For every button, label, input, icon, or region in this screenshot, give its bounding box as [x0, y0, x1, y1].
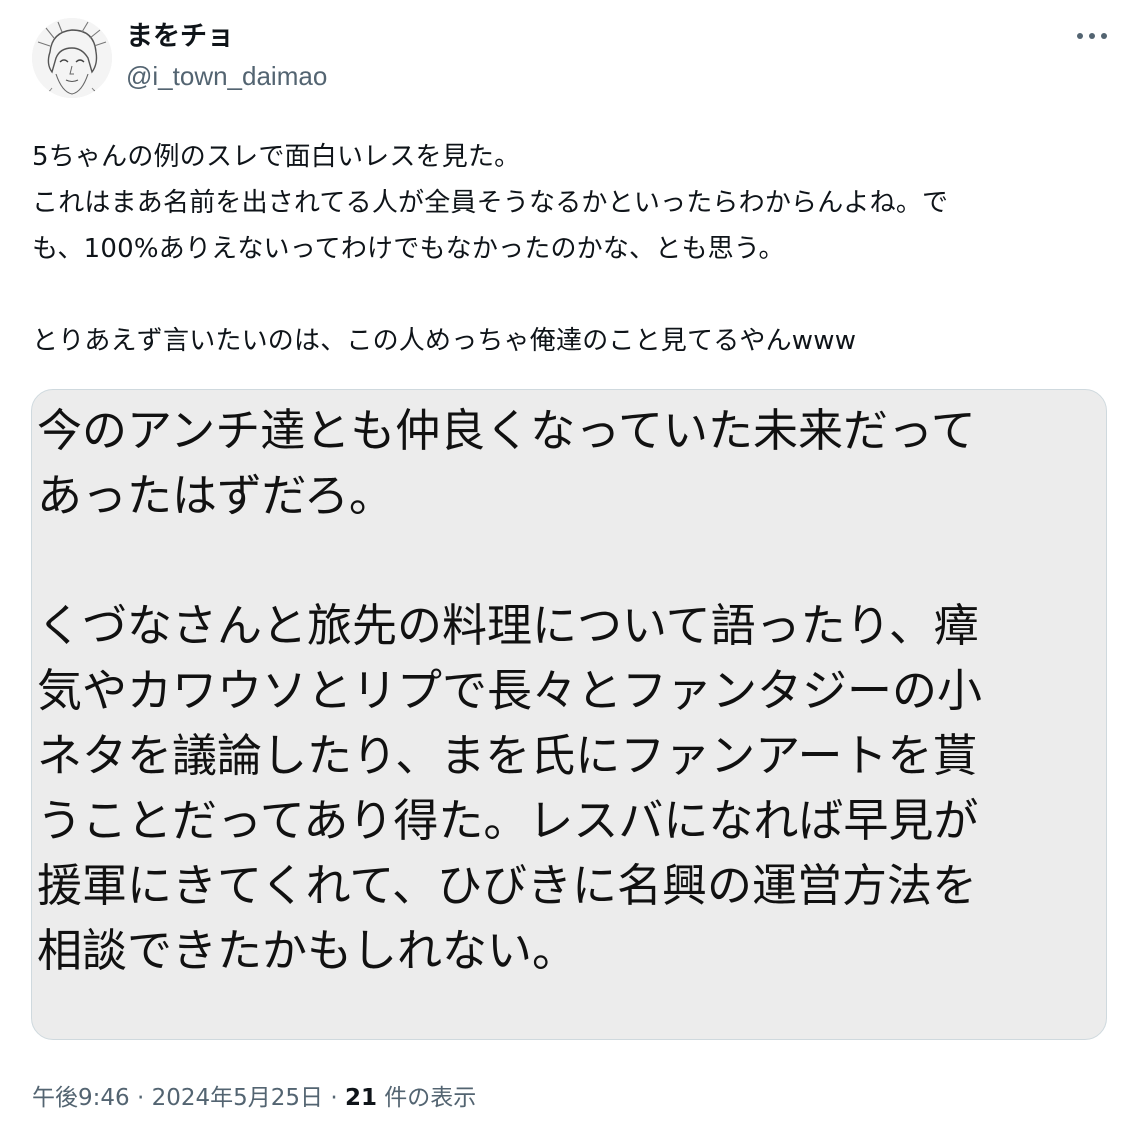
- image-text-line: あったはずだろ。: [37, 469, 394, 522]
- attached-image[interactable]: 今のアンチ達とも仲良くなっていた未来だって あったはずだろ。 くづなさんと旅先の…: [31, 389, 1107, 1040]
- views-label: 件の表示: [376, 1085, 477, 1111]
- views-count[interactable]: 21: [345, 1085, 377, 1111]
- tweet-text-line: これはまあ名前を出されてる人が全員そうなるかといったらわからんよね。で: [32, 188, 949, 218]
- image-text-line: 気やカワウソとリプで長々とファンタジーの小: [37, 664, 983, 717]
- image-text: 今のアンチ達とも仲良くなっていた未来だって あったはずだろ。 くづなさんと旅先の…: [37, 398, 1103, 983]
- dot: [1101, 33, 1107, 39]
- post-date[interactable]: 2024年5月25日: [152, 1085, 323, 1111]
- separator: ·: [129, 1085, 152, 1111]
- more-options-icon[interactable]: [1072, 22, 1112, 50]
- display-name[interactable]: まをチョ: [126, 20, 234, 54]
- tweet-text: 5ちゃんの例のスレで面白いレスを見た。 これはまあ名前を出されてる人が全員そうな…: [32, 134, 1092, 364]
- tweet-text-line: とりあえず言いたいのは、この人めっちゃ俺達のこと見てるやんwww: [32, 326, 857, 356]
- post-time[interactable]: 午後9:46: [32, 1085, 130, 1111]
- user-handle[interactable]: @i_town_daimao: [126, 60, 327, 92]
- image-text-line: くづなさんと旅先の料理について語ったり、瘴: [37, 599, 979, 652]
- image-text-line: 今のアンチ達とも仲良くなっていた未来だって: [37, 404, 976, 457]
- avatar[interactable]: [32, 18, 112, 98]
- image-text-line: うことだってあり得た。レスバになれば早見が: [37, 794, 979, 847]
- image-text-line: 援軍にきてくれて、ひびきに名興の運営方法を: [37, 859, 978, 912]
- image-text-line: ネタを議論したり、まを氏にファンアートを貰: [37, 729, 978, 782]
- tweet-text-line: も、100%ありえないってわけでもなかったのかな、とも思う。: [32, 234, 785, 264]
- separator: ·: [323, 1085, 345, 1111]
- tweet-text-blank-line: [32, 272, 1092, 318]
- dot: [1077, 33, 1083, 39]
- tweet-metadata: 午後9:46 · 2024年5月25日 · 21 件の表示: [32, 1080, 476, 1116]
- tweet-text-line: 5ちゃんの例のスレで面白いレスを見た。: [32, 142, 521, 172]
- image-text-blank-line: [37, 528, 1103, 593]
- image-text-line: 相談できたかもしれない。: [37, 924, 578, 977]
- manga-portrait-avatar-icon: [32, 18, 112, 98]
- dot: [1089, 33, 1095, 39]
